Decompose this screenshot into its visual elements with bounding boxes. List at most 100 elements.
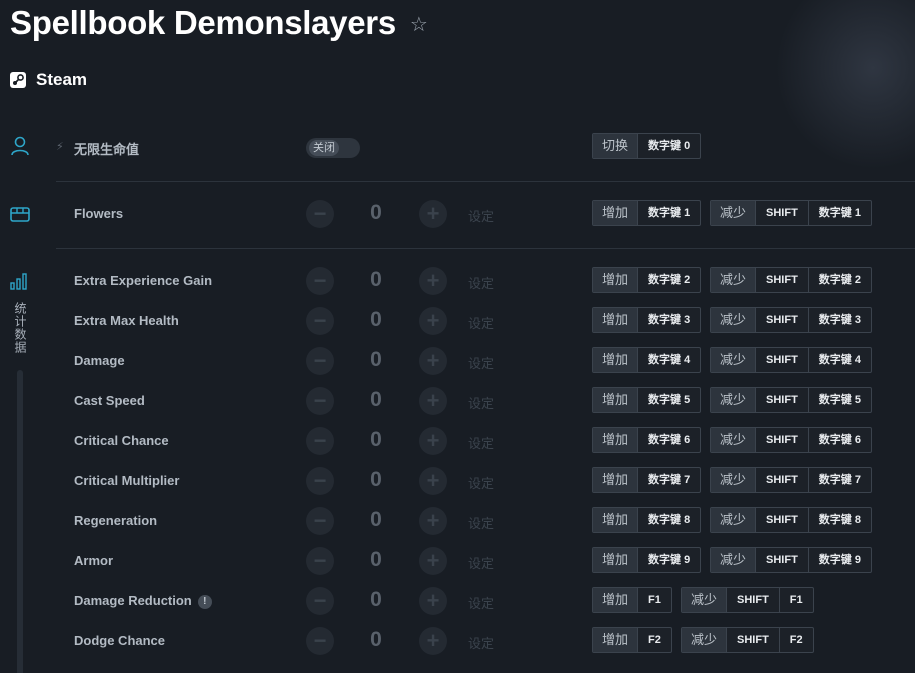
hotkey-key[interactable]: 数字键 9 — [637, 548, 700, 572]
hotkey-key[interactable]: 数字键 1 — [637, 201, 700, 225]
set-value-button[interactable]: 设定 — [468, 553, 494, 572]
hotkey-key[interactable]: SHIFT — [755, 348, 808, 372]
hotkey-key[interactable]: SHIFT — [755, 508, 808, 532]
hotkey-key[interactable]: F2 — [778, 628, 813, 652]
set-value-button[interactable]: 设定 — [468, 393, 494, 412]
hotkey-group[interactable]: 增加 数字键 2 — [592, 267, 702, 293]
decrease-button[interactable]: − — [306, 587, 334, 615]
hotkey-group[interactable]: 减少 SHIFT F1 — [681, 587, 814, 613]
hotkey-group[interactable]: 减少 SHIFT 数字键 2 — [710, 267, 872, 293]
hotkey-key[interactable]: 数字键 9 — [807, 548, 871, 572]
hotkey-key[interactable]: F1 — [778, 588, 813, 612]
increase-button[interactable]: + — [419, 200, 447, 228]
hotkey-key[interactable]: SHIFT — [755, 268, 808, 292]
hotkey-group[interactable]: 减少 SHIFT 数字键 4 — [710, 347, 872, 373]
hotkey-key[interactable]: SHIFT — [755, 468, 808, 492]
hotkey-key[interactable]: 数字键 0 — [637, 134, 700, 158]
increase-button[interactable]: + — [419, 627, 447, 655]
user-icon[interactable] — [9, 135, 31, 157]
hotkey-key[interactable]: SHIFT — [755, 308, 808, 332]
favorite-star-icon[interactable]: ☆ — [410, 12, 428, 37]
decrease-button[interactable]: − — [306, 267, 334, 295]
decrease-button[interactable]: − — [306, 467, 334, 495]
increase-button[interactable]: + — [419, 387, 447, 415]
hotkey-group[interactable]: 减少 SHIFT 数字键 6 — [710, 427, 872, 453]
hotkey-key[interactable]: SHIFT — [755, 428, 808, 452]
hotkey-group[interactable]: 减少 SHIFT F2 — [681, 627, 814, 653]
hotkey-key[interactable]: 数字键 8 — [637, 508, 700, 532]
hotkey-group[interactable]: 增加 F1 — [592, 587, 672, 613]
increase-button[interactable]: + — [419, 587, 447, 615]
hotkey-group[interactable]: 减少 SHIFT 数字键 3 — [710, 307, 872, 333]
sidebar-scroll-track[interactable] — [17, 370, 23, 673]
hotkey-group[interactable]: 增加 F2 — [592, 627, 672, 653]
decrease-button[interactable]: − — [306, 427, 334, 455]
hotkey-key[interactable]: 数字键 7 — [807, 468, 871, 492]
set-value-button[interactable]: 设定 — [468, 633, 494, 652]
increase-button[interactable]: + — [419, 307, 447, 335]
set-value-button[interactable]: 设定 — [468, 353, 494, 372]
hotkey-key[interactable]: 数字键 1 — [807, 201, 871, 225]
set-value-button[interactable]: 设定 — [468, 513, 494, 532]
stats-icon[interactable] — [9, 270, 31, 292]
increase-button[interactable]: + — [419, 347, 447, 375]
hotkey-action-label: 减少 — [682, 588, 727, 612]
hotkey-key[interactable]: 数字键 4 — [807, 348, 871, 372]
increase-button[interactable]: + — [419, 427, 447, 455]
hotkey-group[interactable]: 增加 数字键 7 — [592, 467, 702, 493]
decrease-button[interactable]: − — [306, 347, 334, 375]
set-value-button[interactable]: 设定 — [468, 206, 494, 225]
hotkey-group[interactable]: 减少 SHIFT 数字键 5 — [710, 387, 872, 413]
set-value-button[interactable]: 设定 — [468, 313, 494, 332]
set-value-button[interactable]: 设定 — [468, 433, 494, 452]
decrease-button[interactable]: − — [306, 387, 334, 415]
set-value-button[interactable]: 设定 — [468, 473, 494, 492]
hotkey-group[interactable]: 切换 数字键 0 — [592, 133, 702, 159]
hotkey-group[interactable]: 增加 数字键 5 — [592, 387, 702, 413]
hotkey-group[interactable]: 减少 SHIFT 数字键 8 — [710, 507, 872, 533]
hotkey-key[interactable]: 数字键 6 — [807, 428, 871, 452]
hotkey-group[interactable]: 增加 数字键 3 — [592, 307, 702, 333]
hotkey-action-label: 减少 — [682, 628, 727, 652]
hotkey-key[interactable]: 数字键 7 — [637, 468, 700, 492]
cheat-name: 无限生命值 — [74, 139, 139, 158]
hotkey-group[interactable]: 减少 SHIFT 数字键 1 — [710, 200, 872, 226]
hotkey-key[interactable]: 数字键 3 — [637, 308, 700, 332]
hotkey-key[interactable]: F2 — [637, 628, 671, 652]
hotkey-key[interactable]: 数字键 4 — [637, 348, 700, 372]
decrease-button[interactable]: − — [306, 200, 334, 228]
hotkey-group[interactable]: 增加 数字键 4 — [592, 347, 702, 373]
decrease-button[interactable]: − — [306, 307, 334, 335]
hotkey-group[interactable]: 增加 数字键 6 — [592, 427, 702, 453]
hotkey-key[interactable]: SHIFT — [755, 548, 808, 572]
increase-button[interactable]: + — [419, 267, 447, 295]
increase-button[interactable]: + — [419, 507, 447, 535]
hotkey-group[interactable]: 增加 数字键 9 — [592, 547, 702, 573]
hotkey-group[interactable]: 增加 数字键 8 — [592, 507, 702, 533]
hotkey-key[interactable]: SHIFT — [755, 201, 808, 225]
set-value-button[interactable]: 设定 — [468, 273, 494, 292]
hotkey-key[interactable]: 数字键 8 — [807, 508, 871, 532]
decrease-button[interactable]: − — [306, 627, 334, 655]
hotkey-key[interactable]: SHIFT — [755, 388, 808, 412]
hotkey-key[interactable]: SHIFT — [726, 588, 779, 612]
decrease-button[interactable]: − — [306, 547, 334, 575]
hotkey-key[interactable]: SHIFT — [726, 628, 779, 652]
hotkey-group[interactable]: 减少 SHIFT 数字键 7 — [710, 467, 872, 493]
hotkey-key[interactable]: F1 — [637, 588, 671, 612]
chest-icon[interactable] — [9, 203, 31, 225]
hotkey-key[interactable]: 数字键 6 — [637, 428, 700, 452]
increase-button[interactable]: + — [419, 467, 447, 495]
hotkey-group[interactable]: 增加 数字键 1 — [592, 200, 702, 226]
toggle-switch[interactable]: 关闭 — [306, 138, 360, 158]
info-icon[interactable]: ! — [197, 595, 212, 609]
hotkey-key[interactable]: 数字键 5 — [637, 388, 700, 412]
decrease-button[interactable]: − — [306, 507, 334, 535]
hotkey-key[interactable]: 数字键 2 — [807, 268, 871, 292]
hotkey-group[interactable]: 减少 SHIFT 数字键 9 — [710, 547, 872, 573]
set-value-button[interactable]: 设定 — [468, 593, 494, 612]
hotkey-key[interactable]: 数字键 2 — [637, 268, 700, 292]
hotkey-key[interactable]: 数字键 5 — [807, 388, 871, 412]
hotkey-key[interactable]: 数字键 3 — [807, 308, 871, 332]
increase-button[interactable]: + — [419, 547, 447, 575]
